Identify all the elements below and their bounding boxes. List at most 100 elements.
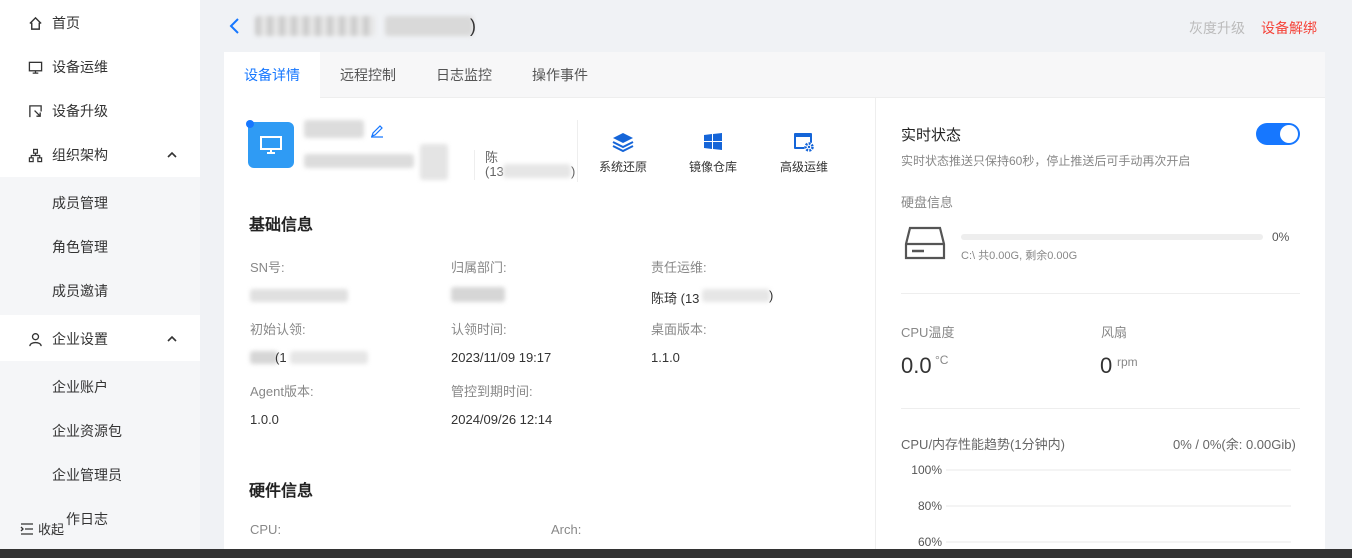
ops-value-suffix: )	[769, 288, 774, 303]
monitor-icon	[260, 136, 282, 154]
ops-phone-redacted	[702, 289, 770, 302]
basic-info-title: 基础信息	[249, 217, 314, 234]
sn-value-redacted	[250, 289, 348, 302]
performance-trend-value: 0% / 0%(余: 0.00Gib)	[1173, 437, 1296, 452]
dept-label: 归属部门:	[451, 260, 507, 275]
monitor-icon	[27, 59, 43, 75]
sidebar-item-label: 组织架构	[52, 147, 108, 163]
y-tick-label: 80%	[918, 499, 942, 513]
disk-capacity-info: C:\ 共0.00G, 剩余0.00G	[961, 250, 1078, 262]
divider	[901, 408, 1300, 409]
sidebar-item-invite[interactable]: 成员邀请	[0, 269, 200, 313]
hard-disk-icon	[904, 226, 946, 260]
sidebar-item-company-settings[interactable]: 企业设置	[0, 317, 200, 361]
realtime-toggle[interactable]	[1256, 123, 1300, 145]
device-title-redacted	[385, 16, 473, 36]
collapse-button[interactable]: 收起	[20, 519, 64, 538]
divider	[474, 150, 475, 180]
user-icon	[27, 331, 43, 347]
sidebar-item-org[interactable]: 组织架构	[0, 133, 200, 177]
cpu-temp-unit: °C	[935, 353, 949, 367]
sidebar: 首页 设备运维 设备升级 组织架构 成员管理 角色管理 成员邀请 企业设置 企业…	[0, 0, 200, 558]
device-unbind-link[interactable]: 设备解绑	[1261, 18, 1317, 38]
agent-version-value: 1.0.0	[250, 412, 279, 427]
ops-label: 责任运维:	[651, 260, 707, 275]
taskbar-edge	[0, 549, 1352, 558]
sidebar-item-label: 作日志	[66, 511, 108, 527]
hardware-info-title: 硬件信息	[249, 483, 314, 500]
tab-remote-control[interactable]: 远程控制	[320, 52, 416, 98]
system-restore-button[interactable]: 系统还原	[588, 130, 658, 175]
chevron-up-icon	[167, 151, 177, 158]
sidebar-item-label: 成员管理	[52, 195, 108, 211]
owner-phone-redacted	[503, 164, 571, 178]
home-icon	[27, 15, 43, 31]
cpu-temp-value: 0.0	[901, 353, 932, 378]
y-tick-label: 100%	[911, 463, 942, 477]
sidebar-item-resource-pack[interactable]: 企业资源包	[0, 409, 200, 453]
sidebar-item-label: 设备运维	[52, 59, 108, 75]
sidebar-item-label: 成员邀请	[52, 283, 108, 299]
advanced-ops-button[interactable]: 高级运维	[769, 130, 839, 175]
system-restore-label: 系统还原	[598, 160, 647, 174]
tab-log-monitor[interactable]: 日志监控	[416, 52, 512, 98]
sidebar-item-label: 角色管理	[52, 239, 108, 255]
device-avatar	[248, 122, 294, 168]
sidebar-item-label: 企业设置	[52, 331, 108, 347]
desktop-version-label: 桌面版本:	[651, 322, 707, 337]
collapse-label: 收起	[38, 522, 65, 537]
sidebar-item-company-admin[interactable]: 企业管理员	[0, 453, 200, 497]
disk-usage-bar	[961, 234, 1263, 240]
tab-device-detail[interactable]: 设备详情	[224, 52, 320, 98]
image-repository-button[interactable]: 镜像仓库	[678, 130, 748, 175]
layers-icon	[612, 133, 634, 153]
tab-bar: 设备详情 远程控制 日志监控 操作事件	[224, 52, 1325, 98]
owner-phone-prefix: (13	[485, 164, 504, 179]
upgrade-icon	[27, 103, 43, 119]
gear-window-icon	[794, 133, 814, 152]
sidebar-item-device-ops[interactable]: 设备运维	[0, 45, 200, 89]
sidebar-item-label: 企业管理员	[52, 467, 122, 483]
back-arrow-icon[interactable]	[228, 18, 240, 34]
expire-time-value: 2024/09/26 12:14	[451, 412, 553, 427]
claim-name-redacted	[250, 351, 278, 364]
gray-upgrade-link[interactable]: 灰度升级	[1189, 18, 1245, 38]
sidebar-item-home[interactable]: 首页	[0, 1, 200, 45]
cpu-temp-label: CPU温度	[901, 325, 955, 340]
sidebar-item-device-upgrade[interactable]: 设备升级	[0, 89, 200, 133]
sidebar-item-members[interactable]: 成员管理	[0, 181, 200, 225]
claim-label: 初始认领:	[250, 322, 306, 337]
desktop-version-value: 1.1.0	[651, 350, 680, 365]
device-info-redacted	[420, 144, 448, 180]
tab-operation-events[interactable]: 操作事件	[512, 52, 608, 98]
chevron-up-icon	[167, 335, 177, 342]
sidebar-item-label: 首页	[52, 15, 80, 31]
divider	[577, 120, 578, 182]
fan-unit: rpm	[1117, 355, 1138, 369]
claim-time-label: 认领时间:	[451, 322, 507, 337]
agent-version-label: Agent版本:	[250, 384, 314, 399]
fan-value: 0	[1100, 353, 1113, 378]
claim-value-prefix: (1	[275, 350, 287, 365]
edit-icon[interactable]	[370, 124, 384, 138]
arch-label: Arch:	[551, 522, 582, 537]
org-icon	[27, 147, 43, 163]
device-title-redacted	[255, 16, 375, 36]
y-tick-label: 60%	[918, 535, 942, 549]
performance-trend-label: CPU/内存性能趋势(1分钟内)	[901, 437, 1065, 452]
claim-phone-redacted	[290, 351, 368, 364]
claim-time-value: 2023/11/09 19:17	[451, 350, 552, 365]
panel-divider	[875, 98, 876, 558]
realtime-status-subtitle: 实时状态推送只保持60秒，停止推送后可手动再次开启	[901, 154, 1191, 168]
disk-info-label: 硬盘信息	[901, 195, 954, 210]
sn-label: SN号:	[250, 260, 285, 275]
device-name-redacted	[304, 120, 364, 138]
status-dot	[246, 120, 254, 128]
realtime-status-title: 实时状态	[901, 127, 962, 144]
sidebar-item-label: 企业账户	[52, 379, 108, 395]
sidebar-item-label: 设备升级	[52, 103, 108, 119]
sidebar-item-company-account[interactable]: 企业账户	[0, 365, 200, 409]
collapse-icon	[20, 522, 33, 535]
divider	[901, 293, 1300, 294]
sidebar-item-roles[interactable]: 角色管理	[0, 225, 200, 269]
